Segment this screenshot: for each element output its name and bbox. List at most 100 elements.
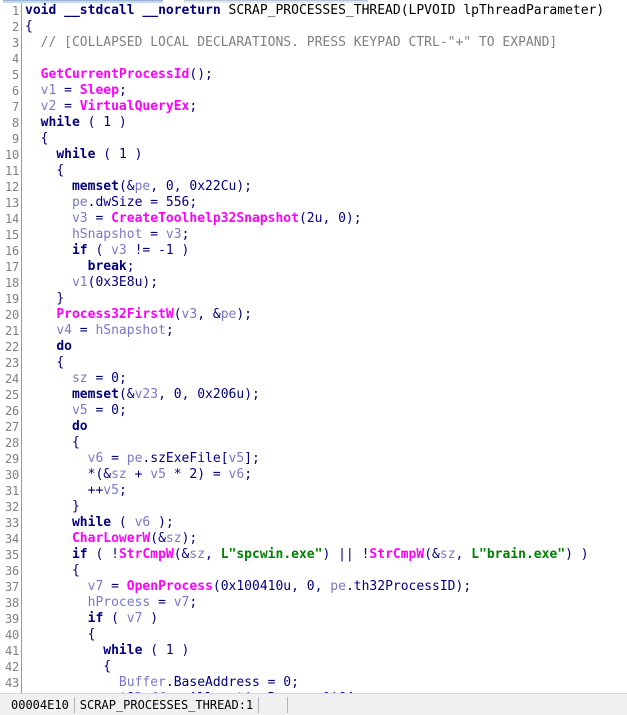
code-line[interactable]: 37 v7 = OpenProcess(0x100410u, 0, pe.th3… [0, 579, 627, 595]
code-line-text[interactable]: Buffer.BaseAddress = 0; [22, 675, 627, 691]
code-line-text[interactable]: *&Buffer.AllocationBase = 0i64; [22, 691, 627, 693]
code-token-var[interactable]: v7 [127, 611, 143, 626]
code-line[interactable]: 18 v1(0x3E8u); [0, 275, 627, 291]
code-line-text[interactable]: memset(&v23, 0, 0x206u); [22, 387, 627, 403]
code-token-var[interactable]: v5 [103, 483, 119, 498]
code-line-text[interactable]: Process32FirstW(v3, &pe); [22, 307, 627, 323]
code-token-var[interactable]: pe [72, 195, 88, 210]
code-token-var[interactable]: pe [135, 179, 151, 194]
code-line[interactable]: 40 { [0, 627, 627, 643]
code-line-text[interactable]: v7 = OpenProcess(0x100410u, 0, pe.th32Pr… [22, 579, 627, 595]
code-line-text[interactable]: GetCurrentProcessId(); [22, 67, 627, 83]
code-token-api[interactable]: GetCurrentProcessId [41, 67, 190, 82]
code-token-api[interactable]: CreateToolhelp32Snapshot [111, 211, 299, 226]
code-token-var[interactable]: v7 [174, 595, 190, 610]
code-token-var[interactable]: sz [440, 547, 456, 562]
code-line-text[interactable]: hProcess = v7; [22, 595, 627, 611]
code-line[interactable]: 14 v3 = CreateToolhelp32Snapshot(2u, 0); [0, 211, 627, 227]
code-line[interactable]: 26 v5 = 0; [0, 403, 627, 419]
code-line-text[interactable]: { [22, 355, 627, 371]
code-line-text[interactable]: while ( 1 ) [22, 643, 627, 659]
code-line[interactable]: 44 *&Buffer.AllocationBase = 0i64; [0, 691, 627, 693]
code-line[interactable]: 6 v1 = Sleep; [0, 83, 627, 99]
code-line-text[interactable]: do [22, 339, 627, 355]
code-line-text[interactable]: sz = 0; [22, 371, 627, 387]
code-line[interactable]: 24 sz = 0; [0, 371, 627, 387]
code-line-text[interactable]: v1 = Sleep; [22, 83, 627, 99]
code-line-text[interactable]: v3 = CreateToolhelp32Snapshot(2u, 0); [22, 211, 627, 227]
code-token-var[interactable]: v1 [72, 275, 88, 290]
code-line-text[interactable]: } [22, 499, 627, 515]
code-line-text[interactable]: void __stdcall __noreturn SCRAP_PROCESSE… [22, 3, 627, 19]
code-line[interactable]: 4 [0, 51, 627, 67]
code-line[interactable]: 3 // [COLLAPSED LOCAL DECLARATIONS. PRES… [0, 35, 627, 51]
code-token-var[interactable]: v6 [229, 467, 245, 482]
code-token-var[interactable]: Buffer [135, 691, 182, 693]
code-token-var[interactable]: v6 [88, 451, 104, 466]
code-line-text[interactable]: hSnapshot = v3; [22, 227, 627, 243]
code-token-var[interactable]: Buffer [119, 675, 166, 690]
code-line[interactable]: 1 void __stdcall __noreturn SCRAP_PROCESS… [0, 3, 627, 19]
code-line-text[interactable]: v5 = 0; [22, 403, 627, 419]
code-line[interactable]: 23 { [0, 355, 627, 371]
code-line[interactable]: 31 ++v5; [0, 483, 627, 499]
code-line-text[interactable]: } [22, 291, 627, 307]
code-line[interactable]: 28 { [0, 435, 627, 451]
code-line-text[interactable]: { [22, 163, 627, 179]
code-token-var[interactable]: pe [221, 307, 237, 322]
code-line-text[interactable]: pe.dwSize = 556; [22, 195, 627, 211]
code-line[interactable]: 29 v6 = pe.szExeFile[v5]; [0, 451, 627, 467]
code-line[interactable]: 12 memset(&pe, 0, 0x22Cu); [0, 179, 627, 195]
code-token-var[interactable]: v3 [111, 243, 127, 258]
code-line[interactable]: 27 do [0, 419, 627, 435]
code-line-text[interactable]: { [22, 627, 627, 643]
code-line[interactable]: 7 v2 = VirtualQueryEx; [0, 99, 627, 115]
code-line[interactable]: 41 while ( 1 ) [0, 643, 627, 659]
code-token-api[interactable]: Process32FirstW [56, 307, 173, 322]
code-line[interactable]: 25 memset(&v23, 0, 0x206u); [0, 387, 627, 403]
code-line[interactable]: 10 while ( 1 ) [0, 147, 627, 163]
code-token-api[interactable]: Sleep [80, 83, 119, 98]
code-line-text[interactable]: { [22, 435, 627, 451]
code-line[interactable]: 34 CharLowerW(&sz); [0, 531, 627, 547]
code-line[interactable]: 30 *(&sz + v5 * 2) = v6; [0, 467, 627, 483]
code-line-text[interactable]: if ( v3 != -1 ) [22, 243, 627, 259]
code-line[interactable]: 43 Buffer.BaseAddress = 0; [0, 675, 627, 691]
code-token-api[interactable]: OpenProcess [127, 579, 213, 594]
code-token-var[interactable]: pe [127, 451, 143, 466]
code-token-var[interactable]: hSnapshot [95, 323, 165, 338]
code-line[interactable]: 36 { [0, 563, 627, 579]
code-line-text[interactable]: CharLowerW(&sz); [22, 531, 627, 547]
code-line-text[interactable]: v6 = pe.szExeFile[v5]; [22, 451, 627, 467]
code-line[interactable]: 2{ [0, 19, 627, 35]
code-line-text[interactable]: ++v5; [22, 483, 627, 499]
code-line[interactable]: 17 break; [0, 259, 627, 275]
code-token-var[interactable]: hProcess [88, 595, 151, 610]
code-token-var[interactable]: v1 [41, 83, 57, 98]
code-line-text[interactable]: { [22, 131, 627, 147]
code-token-var[interactable]: pe [330, 579, 346, 594]
code-line-text[interactable]: memset(&pe, 0, 0x22Cu); [22, 179, 627, 195]
code-line[interactable]: 20 Process32FirstW(v3, &pe); [0, 307, 627, 323]
code-line-text[interactable]: if ( v7 ) [22, 611, 627, 627]
code-line[interactable]: 35 if ( !StrCmpW(&sz, L"spcwin.exe") || … [0, 547, 627, 563]
code-token-var[interactable]: v7 [88, 579, 104, 594]
code-line-text[interactable]: { [22, 19, 627, 35]
code-line[interactable]: 42 { [0, 659, 627, 675]
code-line[interactable]: 38 hProcess = v7; [0, 595, 627, 611]
code-token-var[interactable]: sz [111, 467, 127, 482]
code-line[interactable]: 11 { [0, 163, 627, 179]
code-line[interactable]: 32 } [0, 499, 627, 515]
code-line[interactable]: 5 GetCurrentProcessId(); [0, 67, 627, 83]
code-line-text[interactable]: if ( !StrCmpW(&sz, L"spcwin.exe") || !St… [22, 547, 627, 563]
code-token-var[interactable]: v5 [150, 467, 166, 482]
code-line[interactable]: 22 do [0, 339, 627, 355]
code-line-text[interactable]: v4 = hSnapshot; [22, 323, 627, 339]
code-token-var[interactable]: v3 [182, 307, 198, 322]
code-token-api[interactable]: StrCmpW [369, 547, 424, 562]
code-line-text[interactable]: while ( 1 ) [22, 147, 627, 163]
code-line-text[interactable]: do [22, 419, 627, 435]
code-token-var[interactable]: hSnapshot [72, 227, 142, 242]
code-line[interactable]: 33 while ( v6 ); [0, 515, 627, 531]
code-line-text[interactable]: { [22, 563, 627, 579]
